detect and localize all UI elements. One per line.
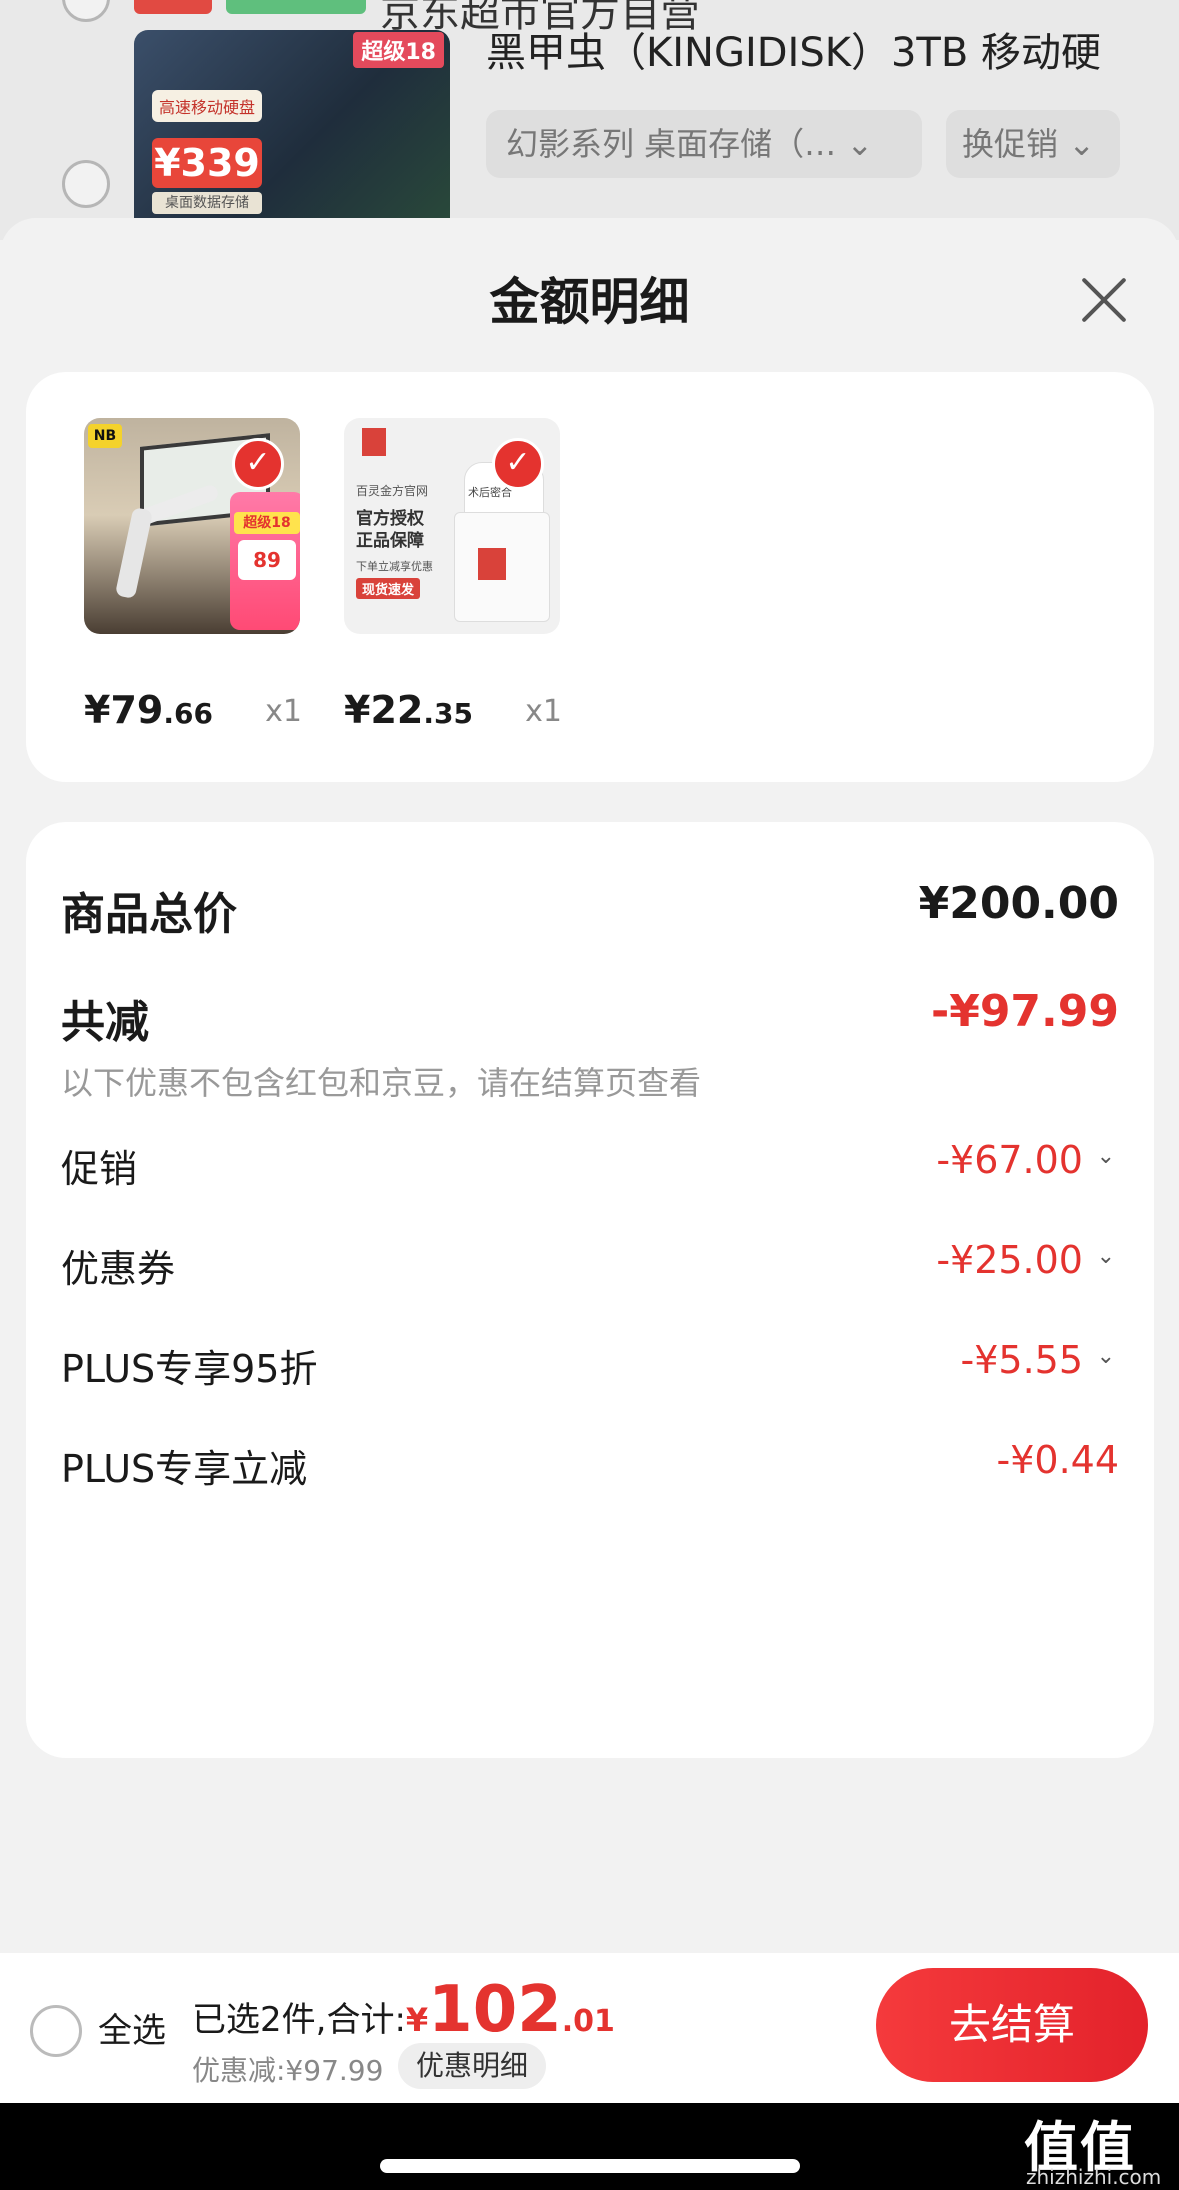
total-reduction-value: -¥97.99 <box>930 986 1119 1037</box>
checkout-bar: 全选 已选2件,合计:¥102.01 优惠减:¥97.99 优惠明细 去结算 <box>0 1953 1179 2103</box>
total-reduction-row: 共减 -¥97.99 <box>61 986 1119 1048</box>
background-product-title: 黑甲虫（KINGIDISK）3TB 移动硬 <box>486 30 1101 76</box>
amount-breakdown-card: 商品总价 ¥200.00 共减 -¥97.99 以下优惠不包含红包和京豆，请在结… <box>26 822 1154 1758</box>
thumb-text-4: 下单立减享优惠 <box>356 560 433 573</box>
plus-discount-row[interactable]: PLUS专享95折 -¥5.55 ⌄ <box>61 1338 1119 1394</box>
summary-total-decimal: .01 <box>561 2004 615 2039</box>
seal-image <box>478 548 506 580</box>
background-promo-label: 换促销 <box>962 125 1059 163</box>
chevron-down-icon: ⌄ <box>1096 1144 1115 1169</box>
product-quantity: x1 <box>525 694 562 729</box>
product-thumbnail: NB 超级18 89 ✓ <box>84 418 300 634</box>
promo-tag: 超级18 <box>234 512 300 534</box>
brand-logo: NB <box>88 424 122 448</box>
product-thumbnail: 百灵金方官网 官方授权 正品保障 下单立减享优惠 现货速发 术后密合 ✓ <box>344 418 560 634</box>
background-thumb-caption-2: 桌面数据存储 <box>152 192 262 214</box>
coupon-label: 优惠券 <box>61 1247 176 1291</box>
background-tag-green <box>226 0 366 14</box>
home-indicator-area: 值值值 zhizhizhi.com <box>0 2103 1179 2190</box>
total-price-row: 商品总价 ¥200.00 <box>61 878 1119 940</box>
background-select-radio <box>62 160 110 208</box>
monitor-arm-pole-image <box>114 506 154 600</box>
checkmark-icon: ✓ <box>232 438 284 490</box>
discount-summary: 优惠减:¥97.99 <box>192 2054 384 2087</box>
summary-currency: ¥ <box>405 2001 429 2039</box>
coupon-value: -¥25.00 <box>936 1238 1083 1282</box>
select-all-checkbox[interactable] <box>30 2005 82 2057</box>
promotion-label: 促销 <box>61 1147 138 1191</box>
background-select-radio-top <box>62 0 110 22</box>
promotion-row[interactable]: 促销 -¥67.00 ⌄ <box>61 1138 1119 1194</box>
sheet-title: 金额明细 <box>489 273 690 331</box>
selected-products-card: NB 超级18 89 ✓ ¥79.66 x1 百灵金方官网 官方授权 正品保障 <box>26 372 1154 782</box>
checkout-button[interactable]: 去结算 <box>876 1968 1148 2082</box>
background-thumb-caption: 高速移动硬盘 <box>152 90 262 122</box>
discount-detail-button[interactable]: 优惠明细 <box>398 2043 547 2089</box>
thumb-text-5: 现货速发 <box>356 578 421 599</box>
close-icon[interactable] <box>1074 270 1134 330</box>
summary-total-integer: 102 <box>428 1973 562 2047</box>
product-price-main: ¥79 <box>84 688 164 732</box>
total-price-value: ¥200.00 <box>918 878 1119 929</box>
plus-discount-label: PLUS专享95折 <box>61 1347 318 1391</box>
promo-price: 89 <box>238 540 296 580</box>
plus-discount-value: -¥5.55 <box>960 1338 1084 1382</box>
background-cart-item: 京东超市官方自营 超级18 高速移动硬盘 ¥339 桌面数据存储 黑甲虫（KIN… <box>0 0 1179 240</box>
promo-sticker: 超级18 89 <box>230 492 300 630</box>
product-price: ¥79.66 <box>84 688 213 732</box>
checkmark-icon: ✓ <box>492 438 544 490</box>
reduction-hint: 以下优惠不包含红包和京豆，请在结算页查看 <box>61 1064 702 1102</box>
total-reduction-label: 共减 <box>61 997 149 1048</box>
background-thumb-price: ¥339 <box>152 138 262 188</box>
watermark-url: zhizhizhi.com <box>1026 2165 1162 2189</box>
plus-reduction-label: PLUS专享立减 <box>61 1447 308 1491</box>
select-all-label[interactable]: 全选 <box>98 2003 166 2052</box>
summary-prefix: 已选2件,合计: <box>192 2000 406 2040</box>
home-indicator[interactable] <box>380 2159 800 2173</box>
background-promo-selector: 换促销 ⌄ <box>946 110 1120 178</box>
selection-summary: 已选2件,合计:¥102.01 <box>192 1973 615 2047</box>
background-thumb-badge: 超级18 <box>353 32 444 68</box>
background-tag-red <box>134 0 212 14</box>
product-quantity: x1 <box>265 694 302 729</box>
plus-reduction-value: -¥0.44 <box>996 1438 1120 1482</box>
product-item[interactable]: NB 超级18 89 ✓ ¥79.66 x1 <box>84 418 302 732</box>
background-spec-label: 幻影系列 桌面存储（… <box>506 125 837 163</box>
chevron-down-icon: ⌄ <box>1096 1244 1115 1269</box>
total-price-label: 商品总价 <box>61 889 237 940</box>
chevron-down-icon: ⌄ <box>846 125 874 163</box>
background-spec-selector: 幻影系列 桌面存储（… ⌄ <box>486 110 922 178</box>
background-product-thumbnail: 超级18 高速移动硬盘 ¥339 桌面数据存储 <box>134 30 450 240</box>
product-price-decimal: .66 <box>163 697 213 730</box>
product-price: ¥22.35 <box>344 688 473 732</box>
chevron-down-icon: ⌄ <box>1096 1344 1115 1369</box>
product-price-decimal: .35 <box>423 697 473 730</box>
brand-logo <box>362 428 386 456</box>
thumb-text-1: 百灵金方官网 <box>356 484 429 498</box>
product-price-main: ¥22 <box>344 688 424 732</box>
plus-reduction-row: PLUS专享立减 -¥0.44 <box>61 1438 1119 1494</box>
chevron-down-icon: ⌄ <box>1068 125 1095 163</box>
coupon-row[interactable]: 优惠券 -¥25.00 ⌄ <box>61 1238 1119 1294</box>
thumb-text-3: 正品保障 <box>356 531 424 551</box>
promotion-value: -¥67.00 <box>936 1138 1083 1182</box>
product-item[interactable]: 百灵金方官网 官方授权 正品保障 下单立减享优惠 现货速发 术后密合 ✓ ¥22… <box>344 418 562 732</box>
amount-detail-sheet: 金额明细 NB 超级18 89 ✓ ¥79.66 x1 百灵金方官网 官方授权 … <box>0 218 1179 1953</box>
